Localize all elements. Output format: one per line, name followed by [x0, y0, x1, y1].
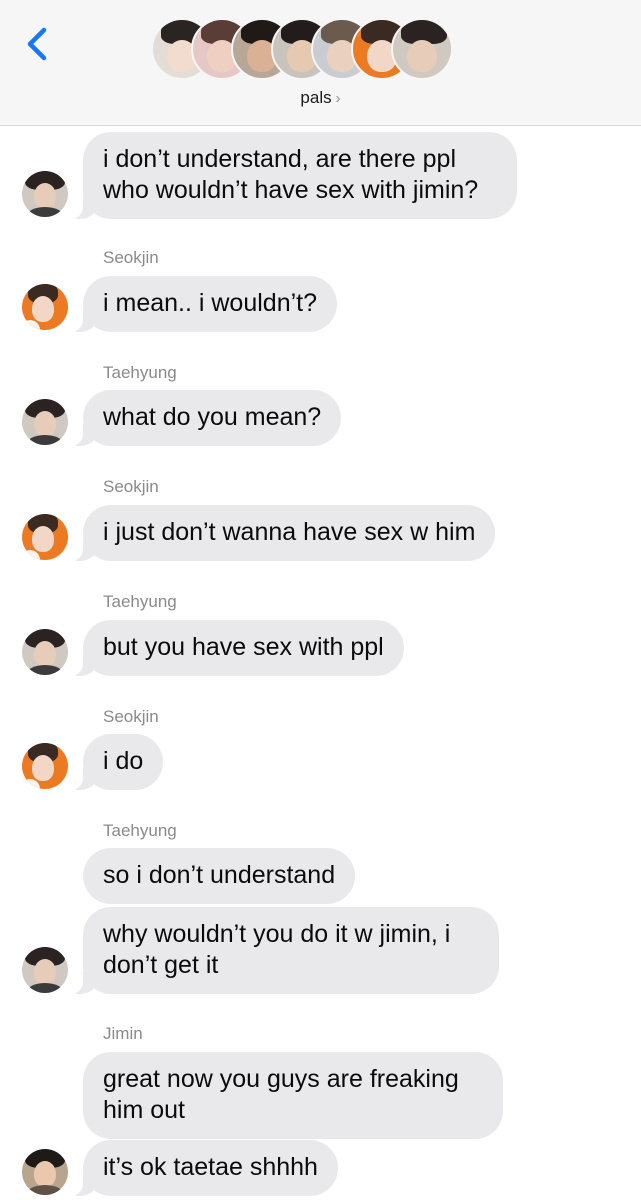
- message-text: i mean.. i wouldn’t?: [103, 289, 318, 317]
- avatar[interactable]: [22, 947, 68, 993]
- avatar[interactable]: [22, 629, 68, 675]
- sender-name: Seokjin: [103, 707, 159, 726]
- message-text: i just don’t wanna have sex w him: [103, 518, 476, 546]
- message-text: i do: [103, 747, 144, 775]
- message-bubble[interactable]: great now you guys are freaking him out: [83, 1052, 503, 1139]
- message-text: why wouldn’t you do it w jimin, i don’t …: [103, 920, 451, 979]
- avatar[interactable]: [22, 1149, 68, 1195]
- chevron-right-icon: ›: [335, 90, 341, 107]
- message-text: but you have sex with ppl: [103, 633, 384, 661]
- back-button[interactable]: [18, 22, 58, 66]
- message-bubble[interactable]: so i don’t understand: [83, 848, 356, 904]
- avatar[interactable]: [22, 284, 68, 330]
- sender-name: Jimin: [103, 1024, 143, 1043]
- message-bubble[interactable]: i don’t understand, are there ppl who wo…: [69, 132, 517, 219]
- sender-name: Taehyung: [103, 363, 177, 382]
- message-text: it’s ok taetae shhhh: [103, 1153, 318, 1181]
- message-bubble[interactable]: but you have sex with ppl: [69, 620, 404, 676]
- message-bubble[interactable]: i mean.. i wouldn’t?: [68, 276, 338, 332]
- message-bubble[interactable]: why wouldn’t you do it w jimin, i don’t …: [69, 907, 499, 994]
- avatar[interactable]: [22, 171, 68, 217]
- message-bubble[interactable]: i do: [68, 734, 164, 790]
- message-bubble[interactable]: what do you mean?: [68, 390, 342, 446]
- avatar[interactable]: [22, 514, 68, 560]
- message-bubble[interactable]: it’s ok taetae shhhh: [69, 1140, 338, 1196]
- message-text: so i don’t understand: [103, 861, 336, 889]
- avatar[interactable]: [22, 743, 68, 789]
- group-avatar: [391, 18, 453, 80]
- message-text: i don’t understand, are there ppl who wo…: [103, 145, 479, 204]
- conversation-header: pals ›: [0, 0, 641, 126]
- chevron-left-icon: [27, 27, 47, 61]
- group-name: pals: [300, 88, 332, 107]
- group-name-button[interactable]: pals ›: [0, 88, 641, 108]
- sender-name: Taehyung: [103, 821, 177, 840]
- sender-name: Taehyung: [103, 592, 177, 611]
- sender-name: Seokjin: [103, 477, 159, 496]
- message-bubble[interactable]: i just don’t wanna have sex w him: [68, 505, 496, 561]
- group-avatars[interactable]: [151, 18, 491, 82]
- avatar[interactable]: [22, 399, 68, 445]
- message-text: what do you mean?: [103, 403, 322, 431]
- message-text: great now you guys are freaking him out: [103, 1065, 459, 1124]
- message-thread: i don’t understand, are there ppl who wo…: [0, 127, 641, 1200]
- sender-name: Seokjin: [103, 248, 159, 267]
